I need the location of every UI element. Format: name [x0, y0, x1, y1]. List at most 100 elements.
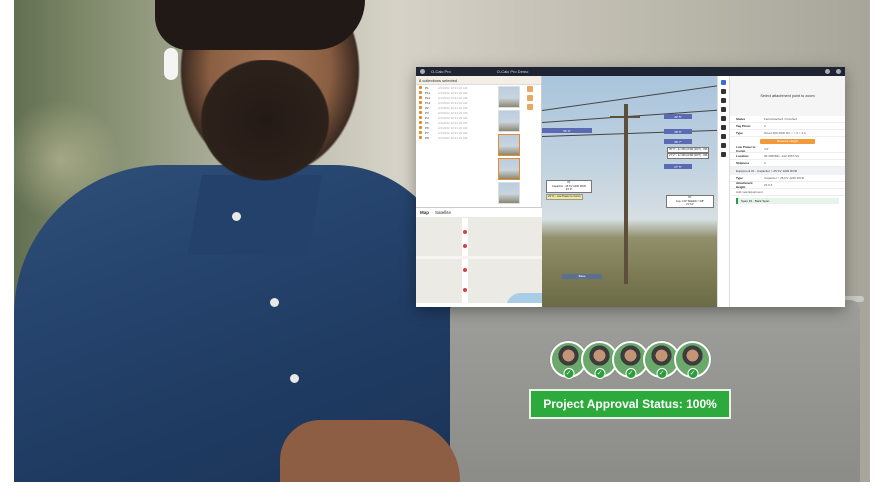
pole-pin-icon[interactable] [463, 288, 467, 292]
photo-thumbnail-selected[interactable] [498, 158, 520, 180]
target-icon[interactable] [721, 116, 726, 121]
layers-icon[interactable] [721, 98, 726, 103]
attr-key: Attachment Height [736, 181, 753, 189]
attributes-heading-text: Select attachment point to zoom [760, 94, 815, 98]
pole-icon [419, 126, 422, 129]
attributes-heading: Select attachment point to zoom [730, 76, 845, 116]
add-equipment-label[interactable]: Add new Equipment [736, 190, 839, 194]
photo-thumbnail-selected[interactable] [498, 134, 520, 156]
attr-row[interactable]: Low Power to Comm 4.6' [730, 145, 845, 153]
photo-thumbnail[interactable] [498, 86, 520, 108]
attr-value[interactable]: 0 [764, 124, 839, 128]
span-height-tag[interactable]: 56' 0" [542, 128, 592, 133]
attr-value[interactable]: 39.4956821 -122.3057721 [764, 154, 839, 158]
wire-label[interactable]: 35' 0" - 2x 336 ACSR (26/7) - 336 [667, 147, 710, 153]
app-name: O-Calc Pro [431, 69, 451, 74]
attr-row[interactable]: Tag Photo 0 [730, 123, 845, 130]
pole-label: P12 [425, 95, 431, 100]
info-icon[interactable] [721, 143, 726, 148]
photo-thumbnail[interactable] [498, 110, 520, 132]
pole-timestamp: 2/1/2022 10:31:22 AM [438, 100, 468, 105]
pole-list: P1 2/1/2022 10:31:22 AM P11 2/1/2022 10:31:… [416, 85, 494, 140]
attr-value[interactable]: Capacitor > 25 KV 1200 RIVR [764, 176, 839, 180]
pole-label: P5 [425, 120, 429, 125]
attr-key: Shipness [736, 161, 750, 165]
height-tag[interactable]: 27' 5" [664, 164, 692, 169]
height-tag[interactable]: 38' 6" [664, 129, 692, 134]
attr-row[interactable]: Location 39.4956821 -122.3057721 [730, 153, 845, 160]
help-icon[interactable] [825, 69, 830, 74]
project-name[interactable]: O-Calc Pro Demo [497, 69, 529, 74]
pole-pin-icon[interactable] [463, 244, 467, 248]
equipment-label[interactable]: P1 Capacitor - 25 KV 1200 RIVR 23' 9" [546, 180, 592, 193]
pole-label: P4 [425, 115, 429, 120]
photo-thumbnails [498, 86, 524, 206]
attr-row[interactable]: Status Field Attached / Finished [730, 116, 845, 123]
earbud-icon [164, 48, 178, 80]
wire-label[interactable]: 27' 2" - 2x 336 ACSR (26/7) - 336 [667, 153, 710, 159]
pole-list-item[interactable]: P8 2/1/2022 10:31:22 AM [416, 135, 494, 140]
zoom-icon[interactable] [721, 107, 726, 112]
guy-label[interactable]: P1 Guy 1.00" BLEED = 3/8" 21' 10" [666, 195, 714, 208]
height-tag[interactable]: 36' 7" [664, 139, 692, 144]
pole-icon [419, 111, 422, 114]
attr-value[interactable]: 0 [764, 161, 839, 165]
pole-label: P13 [425, 100, 431, 105]
equipment-section-header[interactable]: Equipment #1 - Capacitor > 25 KV 1200 RI… [730, 167, 845, 175]
attr-value[interactable]: Field Attached / Finished [764, 117, 839, 121]
attr-key: Low Power to Comm [736, 145, 756, 153]
save-icon[interactable] [721, 152, 726, 157]
attr-value[interactable]: 4.6' [764, 147, 839, 151]
settings-icon[interactable] [721, 134, 726, 139]
man-hair [155, 0, 365, 50]
span-row[interactable]: Span #1 - Back Span [736, 198, 839, 204]
attr-row[interactable]: Shipness 0 [730, 160, 845, 167]
app-topbar: O-Calc Pro O-Calc Pro Demo [416, 67, 845, 76]
attr-value[interactable]: 23 9.6 [764, 183, 839, 187]
check-icon: ✓ [625, 368, 636, 379]
pole-timestamp: 2/1/2022 10:31:22 AM [438, 105, 468, 110]
attr-key: Type [736, 176, 743, 180]
check-icon: ✓ [687, 368, 698, 379]
pole-timestamp: 2/1/2022 10:31:22 AM [438, 95, 468, 100]
map-panel[interactable]: Map Satellite [416, 207, 542, 307]
attr-value[interactable]: Wood 40ft 2000 DC > > 2 > 3 A [764, 131, 839, 135]
measure-height-button[interactable]: Measure Height [760, 139, 815, 144]
pole-label: P7 [425, 130, 429, 135]
utility-pole [624, 104, 628, 284]
attr-row[interactable]: Attachment Height 23 9.6 [730, 181, 845, 189]
pole-icon [419, 106, 422, 109]
tab-map[interactable]: Map [420, 210, 429, 215]
collections-header: 8 collections selected [416, 76, 541, 85]
attributes-panel: Select attachment point to zoom Status Fi… [730, 76, 845, 307]
man-hand [280, 420, 460, 486]
pole-timestamp: 2/1/2022 10:31:22 AM [438, 90, 468, 95]
marker-icon [527, 86, 533, 92]
pointer-icon[interactable] [721, 80, 726, 85]
user-icon[interactable] [836, 69, 841, 74]
attr-key: Location [736, 154, 749, 158]
pole-pin-icon[interactable] [463, 230, 467, 234]
approver-avatar: ✓ [674, 341, 711, 379]
collections-count: 8 collections selected [419, 77, 458, 83]
contrast-icon[interactable] [721, 89, 726, 94]
pole-pin-icon[interactable] [463, 268, 467, 272]
thumbnail-markers [527, 86, 535, 206]
pole-photo[interactable]: 56' 0" 42' 5" 38' 6" 36' 7" 35' 0" - 2x … [542, 76, 717, 307]
pole-label: P3 [425, 110, 429, 115]
pole-label: P6 [425, 125, 429, 130]
menu-icon[interactable] [420, 69, 425, 74]
base-button[interactable]: Base [562, 274, 602, 279]
pole-timestamp: 2/1/2022 10:31:22 AM [438, 120, 468, 125]
attr-row[interactable]: Type Wood 40ft 2000 DC > > 2 > 3 A [730, 130, 845, 137]
height-tag[interactable]: 42' 5" [664, 114, 692, 119]
photo-thumbnail[interactable] [498, 182, 520, 204]
pole-timestamp: 2/1/2022 10:31:22 AM [438, 130, 468, 135]
tab-satellite[interactable]: Satellite [435, 210, 451, 215]
marker-icon [527, 104, 533, 110]
man-beard [175, 60, 355, 210]
circle-icon[interactable] [721, 125, 726, 130]
low-power-label[interactable]: 23' 9" - Low Power to Comm [546, 194, 583, 200]
add-equipment-link[interactable]: Add new Equipment [730, 189, 845, 196]
attr-key: Status [736, 117, 746, 121]
